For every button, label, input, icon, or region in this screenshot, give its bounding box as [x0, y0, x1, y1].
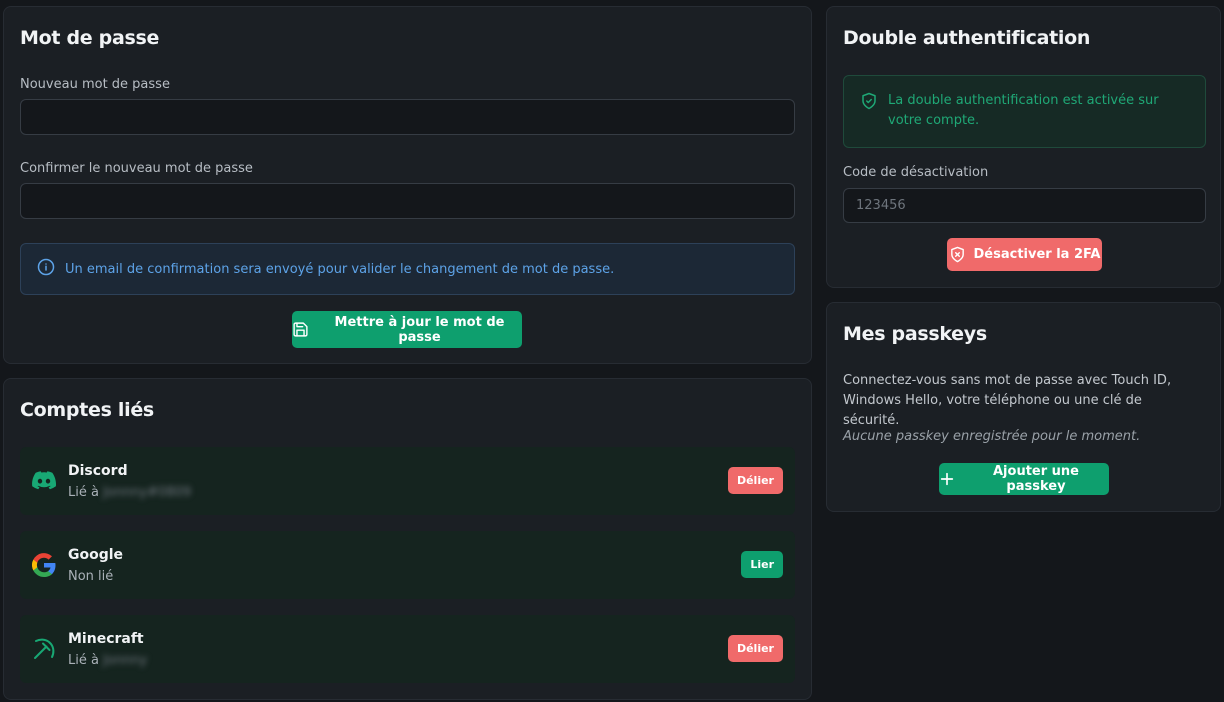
deactivation-code-label: Code de désactivation [843, 165, 989, 180]
update-password-label: Mettre à jour le mot de passe [334, 314, 505, 345]
unlink-minecraft-button[interactable]: Délier [727, 635, 783, 662]
plus-icon [939, 471, 955, 487]
disable-2fa-label: Désactiver la 2FA [973, 247, 1101, 262]
discord-username: Jonnny#0809 [102, 485, 192, 500]
twofa-status-text: La double authentification est activée s… [888, 93, 1159, 128]
new-password-input[interactable] [20, 99, 795, 135]
linked-account-google: Google Non lié Lier [20, 531, 795, 599]
update-password-button[interactable]: Mettre à jour le mot de passe [292, 311, 522, 348]
password-card: Mot de passe Nouveau mot de passe Confir… [3, 6, 812, 364]
confirm-password-label: Confirmer le nouveau mot de passe [20, 161, 253, 176]
google-icon [31, 552, 57, 578]
twofa-status-alert: La double authentification est activée s… [843, 75, 1206, 148]
new-password-label: Nouveau mot de passe [20, 77, 170, 92]
add-passkey-label: Ajouter une passkey [993, 464, 1079, 494]
unlink-discord-button[interactable]: Délier [727, 467, 783, 494]
shield-check-icon [860, 92, 878, 147]
confirm-password-input[interactable] [20, 183, 795, 219]
minecraft-username: Jonnny [102, 653, 148, 668]
password-title: Mot de passe [20, 27, 160, 49]
save-icon [292, 321, 309, 338]
minecraft-status: Lié à Jonnny [68, 653, 147, 668]
passkeys-empty-text: Aucune passkey enregistrée pour le momen… [843, 429, 1141, 444]
discord-icon [31, 468, 57, 494]
passkeys-description: Connectez-vous sans mot de passe avec To… [843, 373, 1172, 428]
pickaxe-icon [31, 636, 57, 662]
info-text: Un email de confirmation sera envoyé pou… [65, 261, 615, 277]
discord-status-text: Lié à [68, 485, 99, 500]
passkeys-title: Mes passkeys [843, 323, 987, 345]
linked-accounts-card: Comptes liés Discord Lié à Jonnny#0809 D… [3, 378, 812, 700]
google-status-text: Non lié [68, 569, 114, 584]
minecraft-name: Minecraft [68, 631, 144, 647]
linked-accounts-title: Comptes liés [20, 399, 154, 421]
info-icon [37, 258, 55, 280]
google-status: Non lié [68, 569, 113, 584]
link-google-button[interactable]: Lier [741, 551, 783, 578]
disable-2fa-button[interactable]: Désactiver la 2FA [947, 238, 1102, 271]
discord-status: Lié à Jonnny#0809 [68, 485, 191, 500]
deactivation-code-input[interactable] [843, 188, 1206, 223]
linked-account-minecraft: Minecraft Lié à Jonnny Délier [20, 615, 795, 683]
google-name: Google [68, 547, 124, 563]
shield-x-icon [949, 246, 966, 263]
info-alert: Un email de confirmation sera envoyé pou… [20, 243, 795, 295]
discord-name: Discord [68, 463, 128, 479]
linked-account-discord: Discord Lié à Jonnny#0809 Délier [20, 447, 795, 515]
twofa-title: Double authentification [843, 27, 1091, 49]
passkeys-card: Mes passkeys Connectez-vous sans mot de … [826, 302, 1221, 512]
twofa-card: Double authentification La double authen… [826, 6, 1221, 288]
minecraft-status-text: Lié à [68, 653, 99, 668]
add-passkey-button[interactable]: Ajouter une passkey [939, 463, 1109, 495]
